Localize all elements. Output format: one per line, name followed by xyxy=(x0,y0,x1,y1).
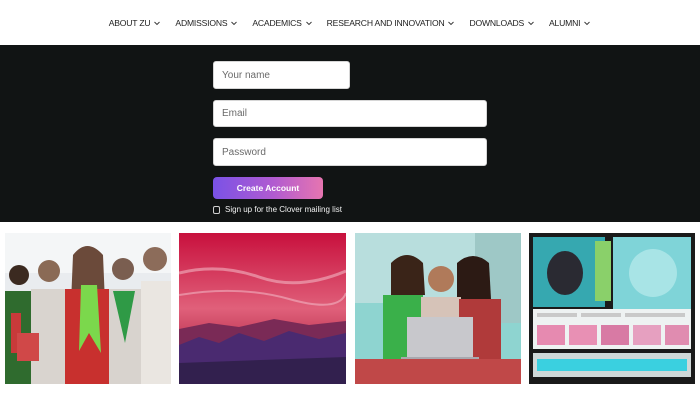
magazine-collage-image xyxy=(529,233,695,384)
chevron-down-icon xyxy=(153,19,161,27)
chevron-down-icon xyxy=(447,19,455,27)
chevron-down-icon xyxy=(583,19,591,27)
optin-checkbox[interactable] xyxy=(213,205,220,214)
nav-item-alumni[interactable]: ALUMNI xyxy=(542,18,598,28)
nav-item-admissions[interactable]: ADMISSIONS xyxy=(168,18,245,28)
signup-section: Create Account Sign up for the Clover ma… xyxy=(0,45,700,222)
nav-item-academics[interactable]: ACADEMICS xyxy=(245,18,319,28)
nav-item-research[interactable]: RESEARCH AND INNOVATION xyxy=(320,18,463,28)
chevron-down-icon xyxy=(527,19,535,27)
nav-item-label: RESEARCH AND INNOVATION xyxy=(326,17,445,28)
optin-label: Sign up for the Clover mailing list xyxy=(225,205,342,214)
students-group-image xyxy=(5,233,171,384)
nav-item-label: DOWNLOADS xyxy=(469,17,525,28)
mailing-list-optin[interactable]: Sign up for the Clover mailing list xyxy=(213,205,342,214)
nav-item-label: ABOUT ZU xyxy=(108,17,151,28)
create-account-button[interactable]: Create Account xyxy=(213,177,323,199)
nav-item-label: ALUMNI xyxy=(549,17,581,28)
students-laptop-image xyxy=(355,233,521,384)
password-field[interactable] xyxy=(213,138,487,166)
name-field[interactable] xyxy=(213,61,350,89)
nav-item-label: ADMISSIONS xyxy=(175,17,228,28)
nav-item-about[interactable]: ABOUT ZU xyxy=(102,18,169,28)
email-field[interactable] xyxy=(213,100,487,127)
nav-item-label: ACADEMICS xyxy=(252,17,302,28)
chevron-down-icon xyxy=(230,19,238,27)
chevron-down-icon xyxy=(305,19,313,27)
main-nav: ABOUT ZU ADMISSIONS ACADEMICS RESEARCH A… xyxy=(0,0,700,45)
page: ABOUT ZU ADMISSIONS ACADEMICS RESEARCH A… xyxy=(0,0,700,400)
nav-item-downloads[interactable]: DOWNLOADS xyxy=(462,18,542,28)
landscape-image xyxy=(179,233,346,384)
